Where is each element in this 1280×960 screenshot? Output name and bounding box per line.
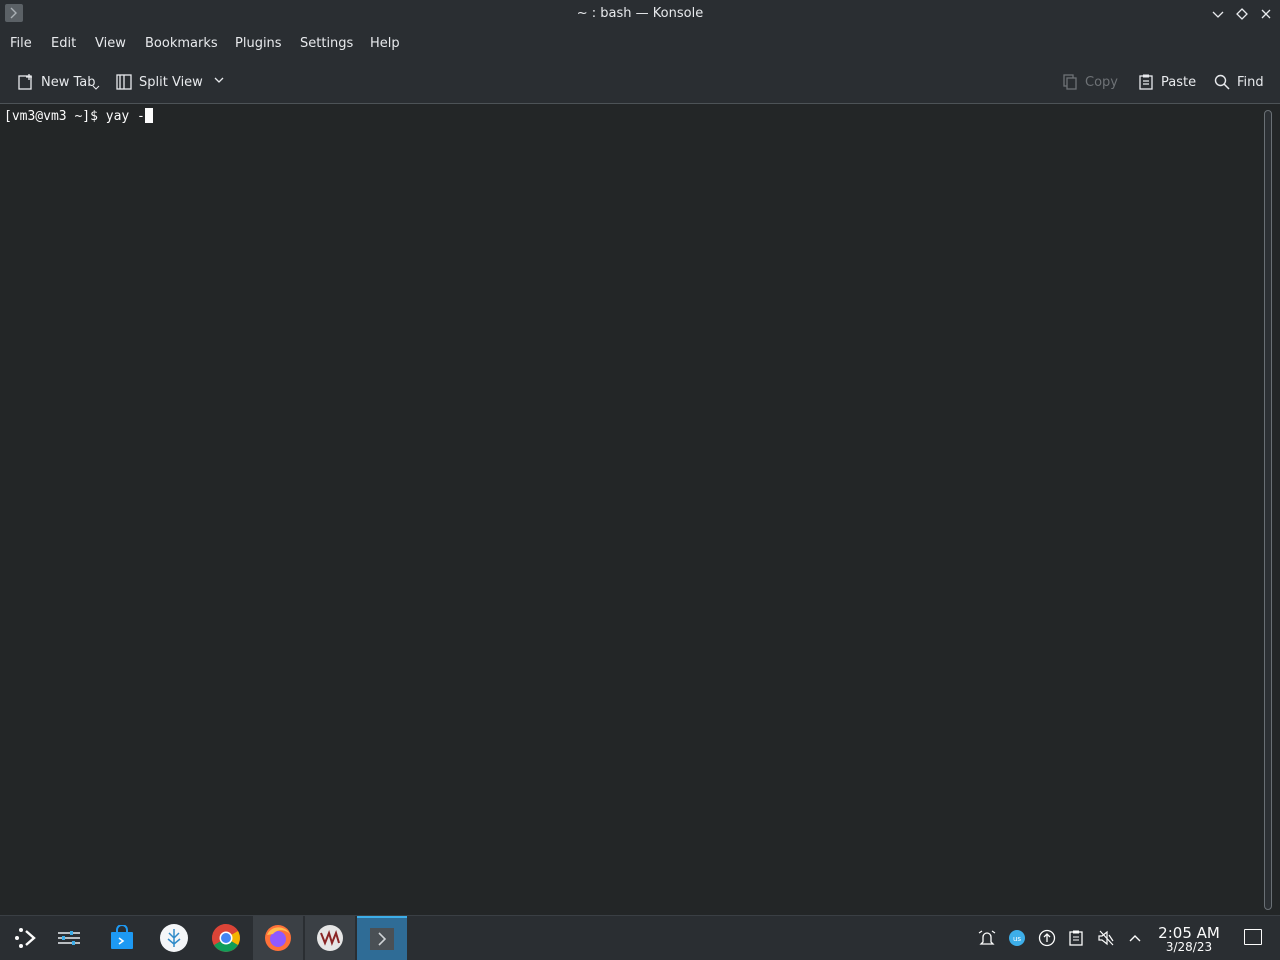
vm-app-icon bbox=[317, 925, 343, 951]
app-launcher-button[interactable] bbox=[0, 916, 50, 960]
new-tab-button[interactable]: New Tab bbox=[16, 70, 96, 94]
taskbar-konsole[interactable] bbox=[357, 916, 407, 960]
show-desktop-icon[interactable] bbox=[1244, 929, 1262, 945]
split-view-icon bbox=[114, 72, 134, 92]
copy-button[interactable]: Copy bbox=[1060, 70, 1118, 94]
svg-text:us: us bbox=[1013, 935, 1021, 943]
new-tab-label: New Tab bbox=[41, 74, 96, 90]
menu-file[interactable]: File bbox=[10, 36, 32, 51]
close-icon bbox=[1261, 9, 1271, 19]
chevron-down-icon bbox=[1212, 11, 1224, 18]
discover-store-icon bbox=[111, 925, 133, 949]
terminal-view[interactable]: [vm3@vm3 ~]$ yay - bbox=[0, 105, 1260, 915]
terminal-command: yay - bbox=[105, 109, 145, 124]
menu-settings[interactable]: Settings bbox=[300, 36, 353, 51]
copy-label: Copy bbox=[1085, 74, 1118, 90]
keyboard-layout-icon[interactable]: us bbox=[1007, 928, 1027, 948]
title-bar: ~ : bash — Konsole bbox=[0, 0, 1280, 28]
new-tab-icon bbox=[16, 72, 36, 92]
taskbar-vm-app[interactable] bbox=[305, 916, 355, 960]
copy-icon bbox=[1060, 72, 1080, 92]
minimize-button[interactable] bbox=[1209, 5, 1227, 23]
menu-plugins[interactable]: Plugins bbox=[235, 36, 282, 51]
terminal-cursor bbox=[144, 108, 153, 123]
volume-muted-icon[interactable] bbox=[1096, 928, 1116, 948]
chrome-icon bbox=[212, 924, 240, 952]
taskbar-firefox[interactable] bbox=[253, 916, 303, 960]
taskbar: us 2:05 AM 3/28/23 bbox=[0, 915, 1280, 960]
chevron-up-icon[interactable] bbox=[1125, 928, 1145, 948]
menu-bookmarks[interactable]: Bookmarks bbox=[145, 36, 218, 51]
konsole-icon bbox=[370, 928, 394, 950]
firefox-icon bbox=[265, 925, 291, 951]
search-icon bbox=[1212, 72, 1232, 92]
terminal-prompt: [vm3@vm3 ~]$ bbox=[4, 109, 106, 124]
clock-date[interactable]: 3/28/23 bbox=[1150, 940, 1228, 954]
split-view-button[interactable]: Split View bbox=[114, 70, 225, 94]
menu-help[interactable]: Help bbox=[370, 36, 400, 51]
close-button[interactable] bbox=[1257, 5, 1275, 23]
terminal-line: [vm3@vm3 ~]$ yay - bbox=[4, 108, 153, 124]
window-title: ~ : bash — Konsole bbox=[576, 6, 704, 21]
diamond-icon bbox=[1236, 8, 1248, 20]
chevron-down-icon[interactable] bbox=[213, 74, 225, 90]
taskbar-app[interactable] bbox=[149, 916, 199, 960]
updates-icon[interactable] bbox=[1037, 928, 1057, 948]
paste-button[interactable]: Paste bbox=[1136, 70, 1196, 94]
taskbar-chrome[interactable] bbox=[201, 916, 251, 960]
notifications-icon[interactable] bbox=[977, 928, 997, 948]
paste-icon bbox=[1136, 72, 1156, 92]
find-label: Find bbox=[1237, 74, 1264, 90]
system-settings-icon bbox=[58, 931, 80, 945]
new-tab-dropdown-icon[interactable] bbox=[92, 85, 100, 91]
find-button[interactable]: Find bbox=[1212, 70, 1264, 94]
taskbar-system-settings[interactable] bbox=[44, 916, 94, 960]
menu-edit[interactable]: Edit bbox=[51, 36, 76, 51]
split-view-label: Split View bbox=[139, 74, 203, 90]
paste-label: Paste bbox=[1161, 74, 1197, 90]
clipboard-icon[interactable] bbox=[1066, 928, 1086, 948]
taskbar-discover[interactable] bbox=[97, 916, 147, 960]
menu-view[interactable]: View bbox=[95, 36, 126, 51]
app-launcher-icon bbox=[15, 928, 36, 948]
terminal-scrollbar[interactable] bbox=[1264, 110, 1272, 910]
app-icon-white-circle bbox=[160, 924, 188, 952]
toolbar: New Tab Split View Copy Paste Find bbox=[0, 60, 1280, 104]
menu-bar: File Edit View Bookmarks Plugins Setting… bbox=[0, 28, 1280, 60]
maximize-button[interactable] bbox=[1233, 5, 1251, 23]
